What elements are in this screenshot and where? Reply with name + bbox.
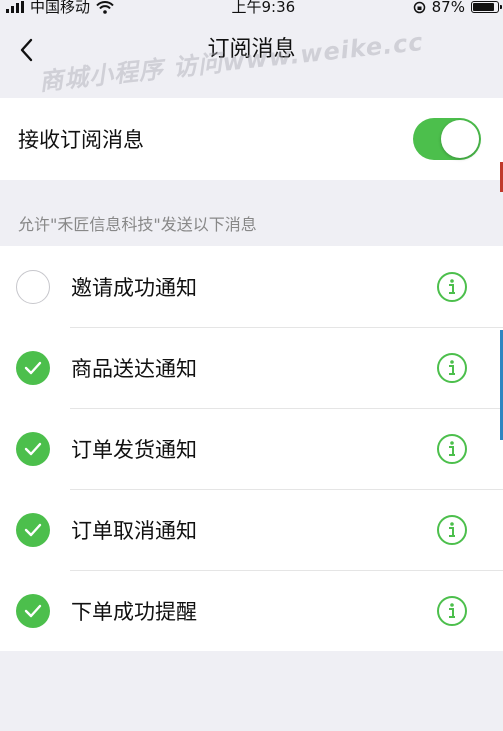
item-label: 订单取消通知 xyxy=(71,518,197,543)
checkbox[interactable] xyxy=(16,431,50,466)
message-list: 邀请成功通知 商品送达通知 订单发货通知 订单取消通知 下单成功提醒 xyxy=(0,246,503,651)
checkmark-icon xyxy=(24,442,42,455)
info-button[interactable] xyxy=(437,352,467,383)
back-button[interactable] xyxy=(12,34,40,66)
orientation-lock-icon xyxy=(413,1,425,13)
battery-percent: 87% xyxy=(431,0,465,14)
wifi-icon xyxy=(96,0,114,14)
chevron-left-icon xyxy=(20,38,33,62)
list-item[interactable]: 邀请成功通知 xyxy=(0,246,503,327)
item-label: 下单成功提醒 xyxy=(71,599,197,624)
status-time: 上午9:36 xyxy=(231,0,296,14)
subscription-switch[interactable] xyxy=(413,118,481,160)
list-item[interactable]: 订单发货通知 xyxy=(0,408,503,489)
checkbox[interactable] xyxy=(16,350,50,385)
list-item[interactable]: 下单成功提醒 xyxy=(0,570,503,651)
status-bar: 中国移动 上午9:36 87% xyxy=(0,0,503,14)
item-label: 订单发货通知 xyxy=(71,437,197,462)
list-item[interactable]: 订单取消通知 xyxy=(0,489,503,570)
checkmark-icon xyxy=(24,604,42,617)
subscription-toggle-row: 接收订阅消息 xyxy=(0,98,503,180)
status-right: 87% xyxy=(413,0,502,14)
permission-hint: 允许"禾匠信息科技"发送以下消息 xyxy=(18,215,257,234)
checkbox[interactable] xyxy=(16,512,50,547)
item-label: 商品送达通知 xyxy=(71,356,197,381)
item-label: 邀请成功通知 xyxy=(71,275,197,300)
carrier-label: 中国移动 xyxy=(30,0,91,14)
info-icon xyxy=(449,359,455,375)
info-button[interactable] xyxy=(437,433,467,464)
subscription-label: 接收订阅消息 xyxy=(18,128,144,152)
info-icon xyxy=(449,278,455,294)
nav-bar: 订阅消息 商城小程序 访问www.weike.cc xyxy=(0,14,503,96)
battery-icon xyxy=(470,1,502,13)
info-icon xyxy=(449,521,455,537)
info-icon xyxy=(449,602,455,618)
battery-fill xyxy=(472,3,494,11)
signal-icon xyxy=(6,1,24,13)
list-item[interactable]: 商品送达通知 xyxy=(0,327,503,408)
checkbox[interactable] xyxy=(16,269,50,304)
switch-knob xyxy=(441,120,479,158)
page-title: 订阅消息 xyxy=(207,37,296,62)
info-button[interactable] xyxy=(437,514,467,545)
info-button[interactable] xyxy=(437,595,467,626)
checkmark-icon xyxy=(24,361,42,374)
info-icon xyxy=(449,440,455,456)
checkmark-icon xyxy=(24,523,42,536)
status-left: 中国移动 xyxy=(6,0,114,14)
checkbox[interactable] xyxy=(16,593,50,628)
info-button[interactable] xyxy=(437,271,467,302)
